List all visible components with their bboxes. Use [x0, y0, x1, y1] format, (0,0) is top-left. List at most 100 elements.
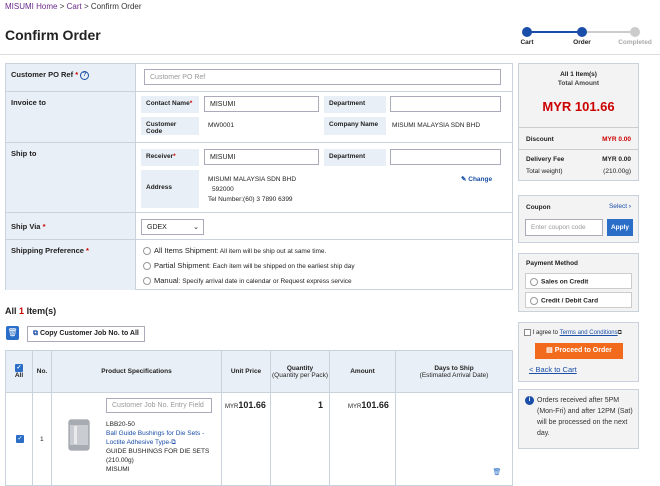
breadcrumb: MISUMI Home > Cart > Confirm Order: [5, 2, 142, 11]
help-icon[interactable]: ?: [80, 70, 90, 80]
payment-box: Payment Method Sales on Credit Credit / …: [518, 253, 639, 312]
company-name-value: MISUMI MALAYSIA SDN BHD: [392, 122, 481, 129]
radio-icon[interactable]: [530, 297, 538, 305]
step-dot-completed: [630, 27, 640, 37]
receiver-label: Receiver*: [141, 149, 199, 166]
weight-label: Total weight): [526, 168, 563, 175]
terms-checkbox[interactable]: [524, 329, 531, 336]
product-image[interactable]: [66, 418, 92, 452]
change-label: Change: [468, 176, 493, 183]
customer-code-label: Customer Code: [141, 117, 199, 135]
contact-name-input[interactable]: MISUMI: [204, 96, 319, 112]
radio-icon[interactable]: [143, 247, 151, 256]
select-all-checkbox[interactable]: ✓: [15, 364, 23, 372]
ship-via-label-text: Ship Via: [11, 222, 41, 231]
contact-name-label-text: Contact Name: [146, 100, 190, 107]
coupon-select-link[interactable]: Select ›: [609, 203, 631, 210]
proceed-label: Proceed to Order: [554, 347, 612, 354]
col-days-label: Days to Ship: [434, 364, 474, 372]
items-count: 1: [19, 306, 25, 316]
ship-via-row: Ship Via * GDEX ⌄: [6, 212, 512, 239]
breadcrumb-separator: >: [59, 2, 65, 11]
invoice-department-label: Department: [324, 96, 386, 113]
amount-value: 101.66: [361, 400, 389, 410]
col-quantity: Quantity (Quantity per Pack): [271, 351, 330, 392]
terms-prefix: I agree to: [532, 330, 559, 337]
currency: MYR: [225, 404, 239, 410]
shipping-pref-label-text: Shipping Preference: [11, 246, 84, 255]
coupon-box: Coupon Select › Enter coupon code Apply: [518, 195, 639, 243]
payment-option-credit[interactable]: Sales on Credit: [525, 273, 632, 289]
apply-coupon-button[interactable]: Apply: [607, 219, 633, 236]
proceed-to-order-button[interactable]: ▤ Proceed to Order: [535, 343, 623, 359]
step-line-pending: [582, 31, 635, 33]
radio-icon[interactable]: [143, 262, 151, 271]
items-heading: All 1 Item(s): [5, 306, 56, 316]
amount: MYR101.66: [348, 400, 389, 410]
breadcrumb-current: Confirm Order: [90, 2, 142, 11]
product-link[interactable]: Ball Guide Bushings for Die Sets - Locti…: [106, 429, 218, 447]
summary-divider: [519, 127, 638, 128]
payment-option-card[interactable]: Credit / Debit Card: [525, 292, 632, 308]
contact-name-label: Contact Name*: [141, 96, 199, 113]
option-desc: : Specify arrival date in calendar or Re…: [178, 278, 352, 285]
col-quantity-label: Quantity: [286, 364, 314, 372]
coupon-input[interactable]: Enter coupon code: [525, 219, 603, 236]
delete-row-trash-icon[interactable]: 🗑: [492, 467, 502, 479]
option-manual[interactable]: Manual: Specify arrival date in calendar…: [143, 276, 352, 286]
back-to-cart-link[interactable]: < Back to Cart: [529, 365, 577, 374]
col-all-label: All: [14, 372, 24, 379]
address-line-1: MISUMI MALAYSIA SDN BHD: [208, 176, 297, 183]
ship-via-value: GDEX: [147, 224, 167, 231]
ship-via-select[interactable]: GDEX ⌄: [141, 219, 204, 235]
address-line-3: Tel Number:(60) 3 7890 6399: [208, 196, 293, 203]
row-no: 1: [40, 436, 44, 443]
ship-to-label: Ship to: [6, 143, 136, 212]
info-icon: i: [525, 396, 534, 405]
table-row: ✓ 1 Customer Job No. Entry Field LBB20-5…: [6, 392, 512, 486]
option-all-items[interactable]: All Items Shipment: All item will be shi…: [143, 246, 327, 256]
invoice-row: Invoice to Contact Name* MISUMI Departme…: [6, 91, 512, 142]
option-desc: : Each item will be shipped on the earli…: [209, 263, 355, 270]
receiver-label-text: Receiver: [146, 153, 174, 160]
option-partial[interactable]: Partial Shipment: Each item will be ship…: [143, 261, 355, 271]
job-no-input[interactable]: Customer Job No. Entry Field: [106, 398, 212, 413]
product-link-text: Ball Guide Bushings for Die Sets - Locti…: [106, 430, 205, 446]
product-info: LBB20-50 Ball Guide Bushings for Die Set…: [106, 420, 218, 474]
copy-job-no-label: Copy Customer Job No. to All: [39, 330, 139, 337]
chevron-down-icon: ⌄: [193, 224, 199, 231]
payment-label: Payment Method: [526, 260, 579, 267]
col-spec: Product Specifications: [52, 351, 222, 392]
items-prefix: All: [5, 306, 17, 316]
row-qty-cell: 1: [271, 393, 330, 486]
option-desc: : All item will be ship out at same time…: [216, 248, 327, 255]
change-address-link[interactable]: ✎ Change: [461, 175, 492, 183]
external-link-icon: ⧉: [617, 330, 622, 337]
row-spec-cell: Customer Job No. Entry Field LBB20-50 Ba…: [52, 393, 222, 486]
row-checkbox[interactable]: ✓: [16, 435, 24, 443]
terms-row: I agree to Terms and Conditions⧉: [524, 329, 622, 337]
breadcrumb-separator: >: [83, 2, 89, 11]
invoice-department-input[interactable]: [390, 96, 501, 112]
discount-label: Discount: [526, 136, 554, 143]
ship-via-label: Ship Via *: [6, 213, 136, 239]
order-summary: All 1 Item(s) Total Amount MYR 101.66 Di…: [518, 63, 639, 181]
radio-icon[interactable]: [530, 278, 538, 286]
po-input[interactable]: Customer PO Ref: [144, 69, 501, 85]
receiver-input[interactable]: MISUMI: [204, 149, 319, 165]
address-line-2: 592000: [212, 186, 234, 193]
delivery-value: MYR 0.00: [602, 156, 631, 163]
order-steps: Cart Order Completed: [515, 26, 655, 48]
copy-job-no-button[interactable]: ⧉ Copy Customer Job No. to All: [27, 326, 145, 342]
breadcrumb-home-link[interactable]: MISUMI Home: [5, 2, 57, 11]
po-row: Customer PO Ref * ? Customer PO Ref: [6, 64, 512, 91]
product-weight: (210.00g): [106, 457, 134, 464]
col-quantity-sub: (Quantity per Pack): [272, 371, 328, 379]
radio-icon[interactable]: [143, 277, 151, 286]
breadcrumb-cart-link[interactable]: Cart: [67, 2, 82, 11]
step-dot-order: [577, 27, 587, 37]
delete-all-trash-icon[interactable]: 🗑: [6, 326, 19, 340]
ship-department-input[interactable]: [390, 149, 501, 165]
step-line-done: [525, 31, 582, 33]
terms-link[interactable]: Terms and Conditions: [560, 330, 618, 336]
